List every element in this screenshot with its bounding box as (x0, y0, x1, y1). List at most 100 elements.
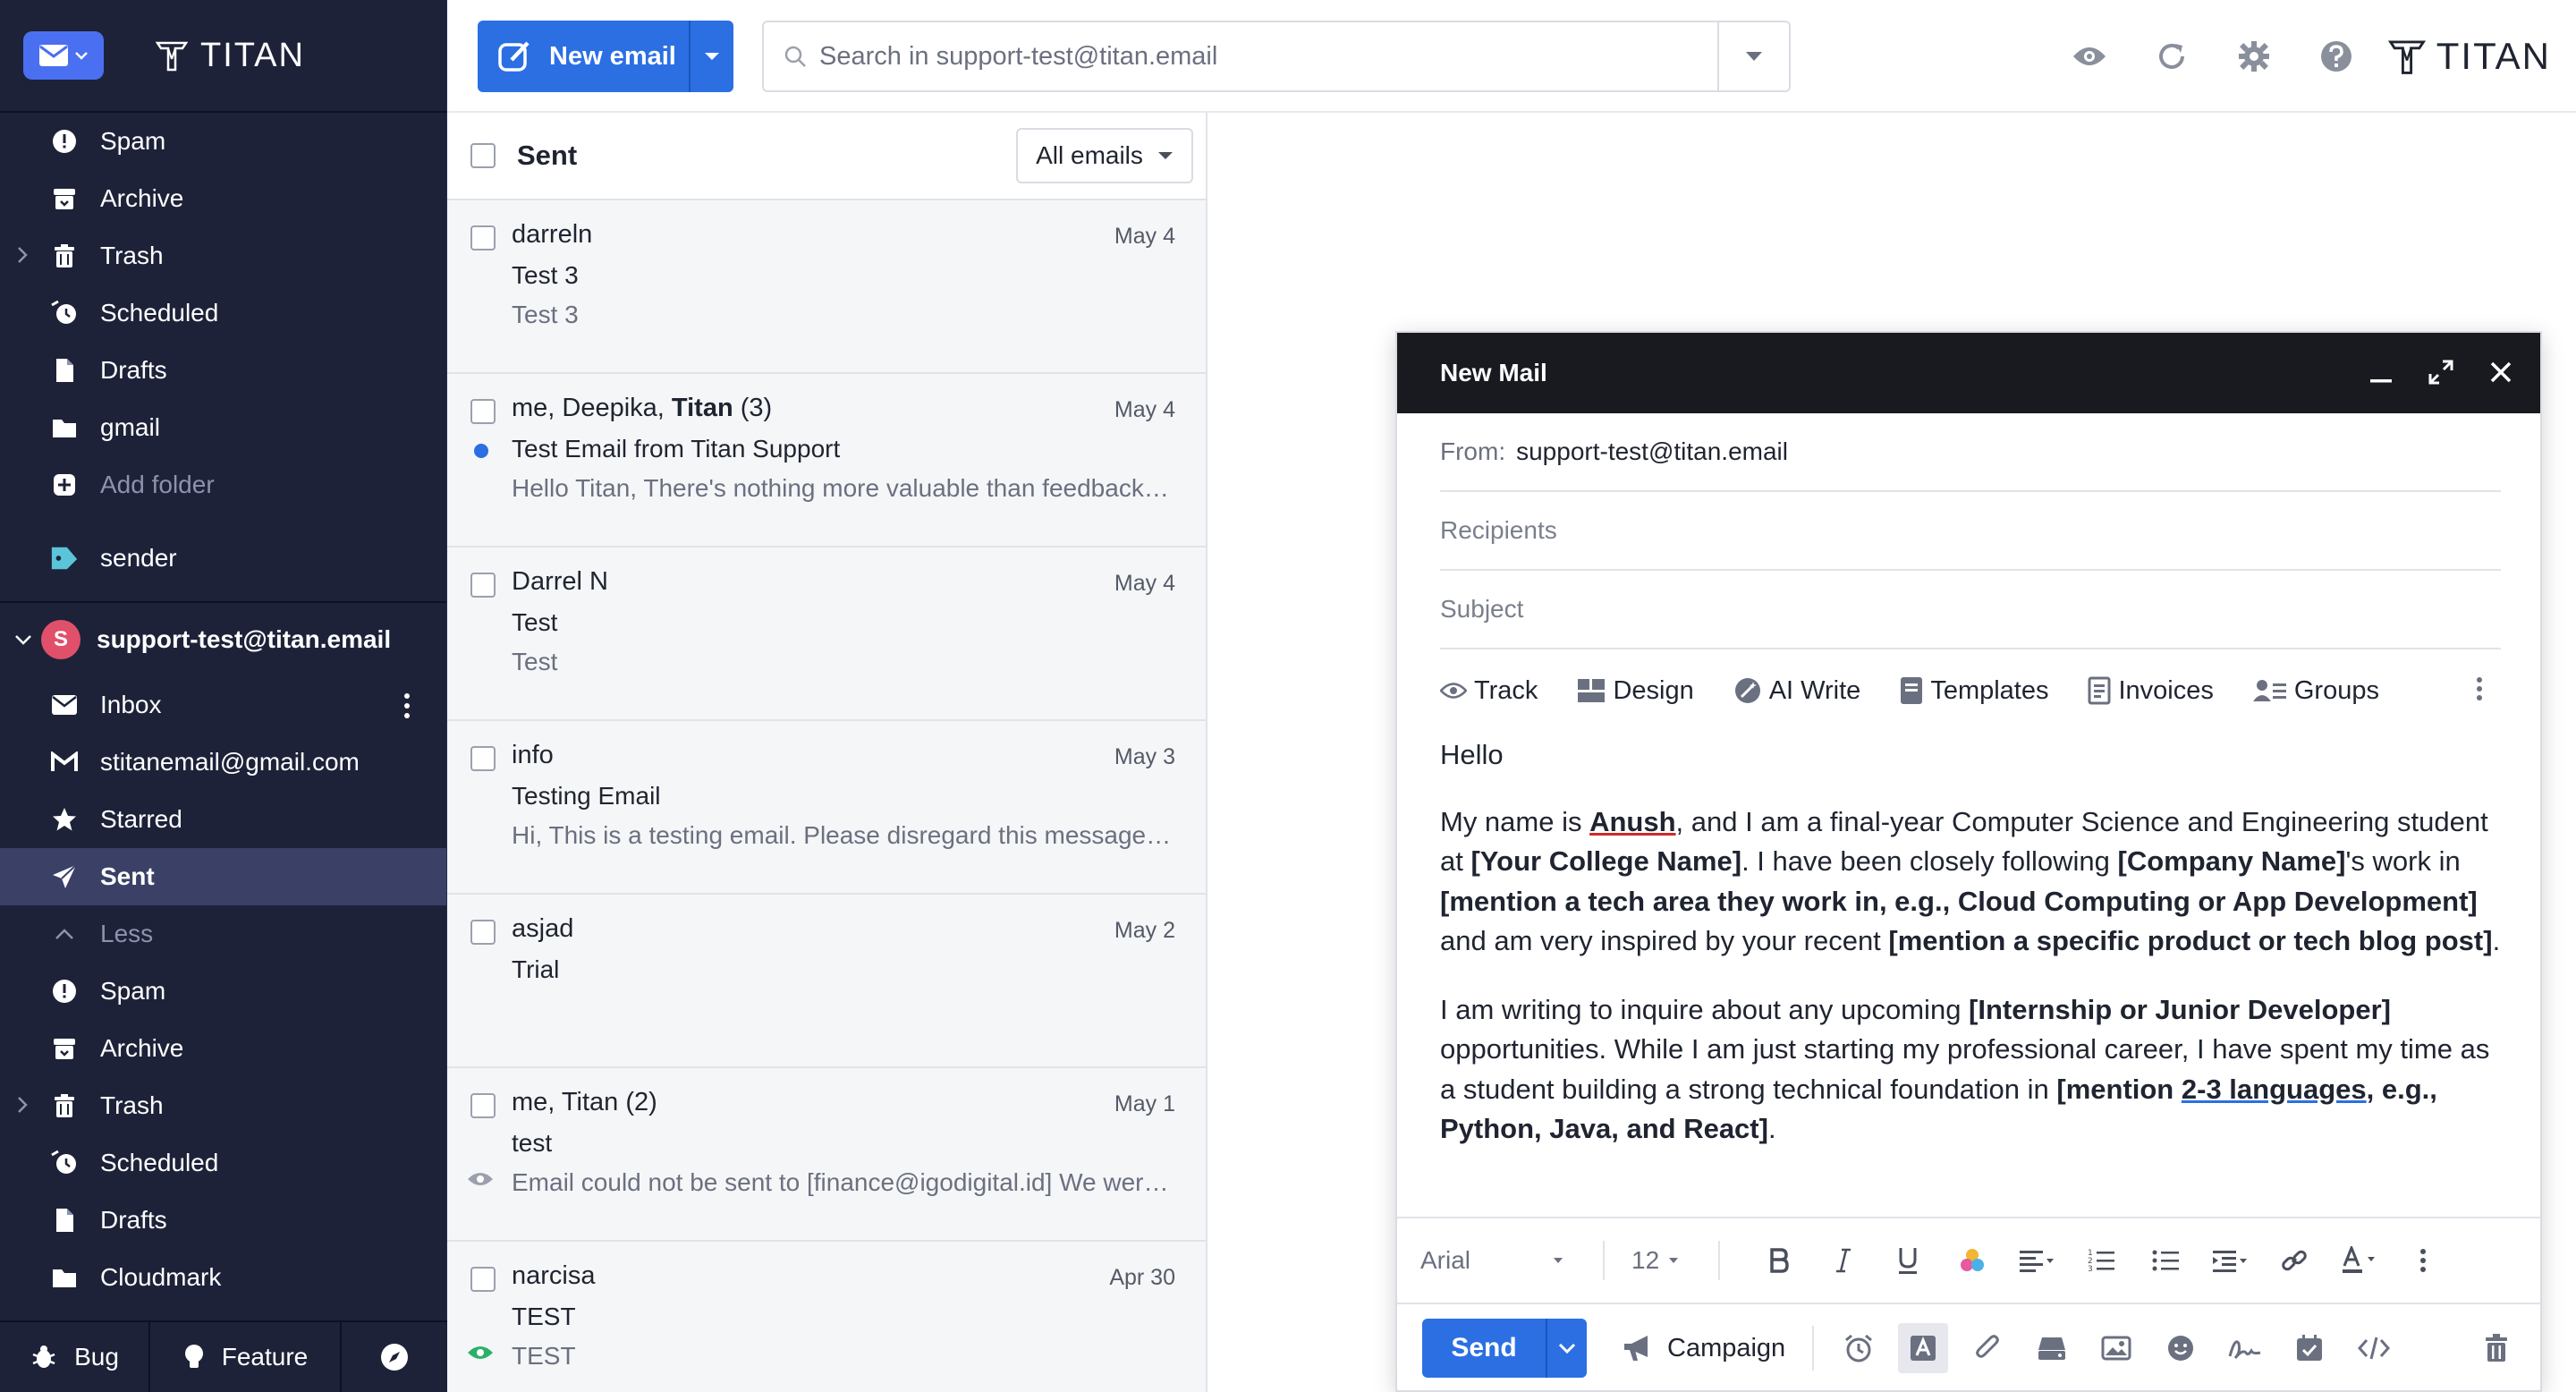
send-button[interactable]: Send (1422, 1319, 1546, 1378)
account-header[interactable]: S support-test@titan.email (0, 601, 446, 676)
new-email-button[interactable]: New email (478, 21, 689, 92)
insert-link-button[interactable] (2262, 1246, 2326, 1275)
sidebar-item-inbox[interactable]: Inbox (0, 676, 446, 734)
refresh-button[interactable] (2131, 40, 2213, 72)
minimize-icon[interactable] (2368, 356, 2394, 388)
align-button[interactable] (2004, 1248, 2069, 1273)
app-switcher-button[interactable] (23, 31, 104, 80)
list-item[interactable]: me, Deepika, Titan (3) May 4 Test Email … (447, 374, 1206, 547)
sidebar-item-cloudmark[interactable]: Cloudmark (0, 1249, 446, 1306)
sidebar-item-add-folder[interactable]: Add folder (0, 456, 446, 514)
row-checkbox[interactable] (470, 225, 496, 250)
sidebar-item-label: Starred (100, 805, 182, 833)
groups-button[interactable]: Groups (2252, 676, 2379, 706)
from-field[interactable]: From: support-test@titan.email (1440, 413, 2501, 492)
sidebar-item-trash[interactable]: Trash (0, 227, 446, 284)
track-button[interactable]: Track (1440, 676, 1538, 706)
invoices-button[interactable]: Invoices (2088, 676, 2214, 706)
more-formatting-button[interactable] (2391, 1248, 2455, 1273)
filter-dropdown[interactable]: All emails (1016, 128, 1193, 183)
row-checkbox[interactable] (470, 1093, 496, 1118)
status-button[interactable] (342, 1322, 447, 1392)
bold-button[interactable] (1747, 1247, 1811, 1274)
new-email-label: New email (549, 41, 676, 71)
send-options-button[interactable] (1546, 1319, 1587, 1378)
bullet-list-button[interactable] (2133, 1248, 2198, 1273)
sidebar-item-starred[interactable]: Starred (0, 791, 446, 848)
list-item[interactable]: darreln May 4 Test 3 Test 3 (447, 200, 1206, 374)
expand-icon[interactable] (2428, 356, 2454, 388)
help-button[interactable] (2295, 39, 2377, 73)
row-checkbox[interactable] (470, 746, 496, 771)
row-checkbox[interactable] (470, 1267, 496, 1292)
report-bug-button[interactable]: Bug (0, 1322, 150, 1392)
mail-date: May 1 (1114, 1091, 1175, 1116)
sidebar-item-gmail-account[interactable]: stitanemail@gmail.com (0, 734, 446, 791)
feature-request-button[interactable]: Feature (150, 1322, 342, 1392)
insert-image-button[interactable] (2084, 1336, 2148, 1361)
sidebar-item-archive[interactable]: Archive (0, 1020, 446, 1077)
schedule-send-button[interactable] (1826, 1333, 1891, 1363)
settings-button[interactable] (2213, 39, 2295, 73)
sidebar: TITAN Spam Archive Trash Scheduled Draft… (0, 0, 447, 1392)
message-body-editor[interactable]: Hello My name is Anush, and I am a final… (1440, 735, 2501, 1150)
list-item[interactable]: narcisa Apr 30 TEST TEST (447, 1242, 1206, 1392)
discard-draft-icon[interactable] (2483, 1333, 2510, 1363)
sidebar-item-spam[interactable]: Spam (0, 113, 446, 170)
caret-down-icon (1554, 1258, 1563, 1263)
sidebar-item-sent[interactable]: Sent (0, 848, 446, 905)
font-family-select[interactable]: Arial (1420, 1246, 1563, 1275)
more-vertical-icon[interactable] (2476, 676, 2483, 701)
formatting-toggle-button[interactable] (1898, 1323, 1949, 1373)
list-item[interactable]: me, Titan (2) May 1 test Email could not… (447, 1068, 1206, 1242)
sidebar-item-gmail[interactable]: gmail (0, 399, 446, 456)
underline-button[interactable] (1876, 1246, 1940, 1275)
sidebar-item-scheduled[interactable]: Scheduled (0, 284, 446, 342)
templates-button[interactable]: Templates (1900, 676, 2048, 706)
more-vertical-icon[interactable] (403, 692, 411, 719)
sidebar-item-drafts[interactable]: Drafts (0, 1192, 446, 1249)
html-code-button[interactable] (2342, 1336, 2406, 1361)
row-checkbox[interactable] (470, 573, 496, 598)
drive-button[interactable] (2020, 1335, 2084, 1362)
search-input[interactable]: Search in support-test@titan.email (819, 42, 1717, 72)
row-checkbox[interactable] (470, 920, 496, 945)
list-item[interactable]: info May 3 Testing Email Hi, This is a t… (447, 721, 1206, 895)
chevron-right-icon[interactable] (16, 245, 29, 265)
subject-input[interactable]: Subject (1440, 571, 2501, 649)
body-paragraph-2: I am writing to inquire about any upcomi… (1440, 990, 2501, 1150)
color-button[interactable] (1940, 1246, 2004, 1275)
numbered-list-button[interactable]: 123 (2069, 1248, 2133, 1273)
list-item[interactable]: Darrel N May 4 Test Test (447, 547, 1206, 721)
search-bar[interactable]: Search in support-test@titan.email (762, 21, 1791, 92)
sidebar-item-archive[interactable]: Archive (0, 170, 446, 227)
select-all-checkbox[interactable] (470, 143, 496, 168)
recipients-input[interactable]: Recipients (1440, 492, 2501, 571)
font-size-select[interactable]: 12 (1631, 1246, 1679, 1275)
close-icon[interactable] (2488, 356, 2513, 388)
design-button[interactable]: Design (1577, 676, 1694, 706)
indent-button[interactable] (2198, 1248, 2262, 1273)
row-checkbox[interactable] (470, 399, 496, 424)
emoji-button[interactable] (2148, 1334, 2213, 1362)
list-item[interactable]: asjad May 2 Trial (447, 895, 1206, 1068)
chevron-right-icon[interactable] (16, 1095, 29, 1115)
sidebar-label-sender[interactable]: sender (0, 530, 446, 587)
italic-button[interactable] (1811, 1247, 1876, 1274)
signature-button[interactable] (2213, 1335, 2277, 1362)
reading-pane-button[interactable] (2048, 44, 2131, 69)
sidebar-item-trash[interactable]: Trash (0, 1077, 446, 1134)
chevron-down-icon[interactable] (14, 633, 32, 646)
attach-button[interactable] (1955, 1333, 2020, 1363)
calendar-button[interactable] (2277, 1334, 2342, 1362)
text-color-button[interactable] (2326, 1246, 2391, 1275)
ai-write-button[interactable]: AI Write (1733, 676, 1860, 706)
templates-icon (1901, 677, 1923, 704)
campaign-button[interactable]: Campaign (1623, 1326, 1815, 1371)
sidebar-item-spam[interactable]: Spam (0, 963, 446, 1020)
sidebar-item-scheduled[interactable]: Scheduled (0, 1134, 446, 1192)
sidebar-item-less[interactable]: Less (0, 905, 446, 963)
new-email-dropdown-button[interactable] (689, 21, 733, 92)
search-options-button[interactable] (1717, 22, 1789, 90)
sidebar-item-drafts[interactable]: Drafts (0, 342, 446, 399)
